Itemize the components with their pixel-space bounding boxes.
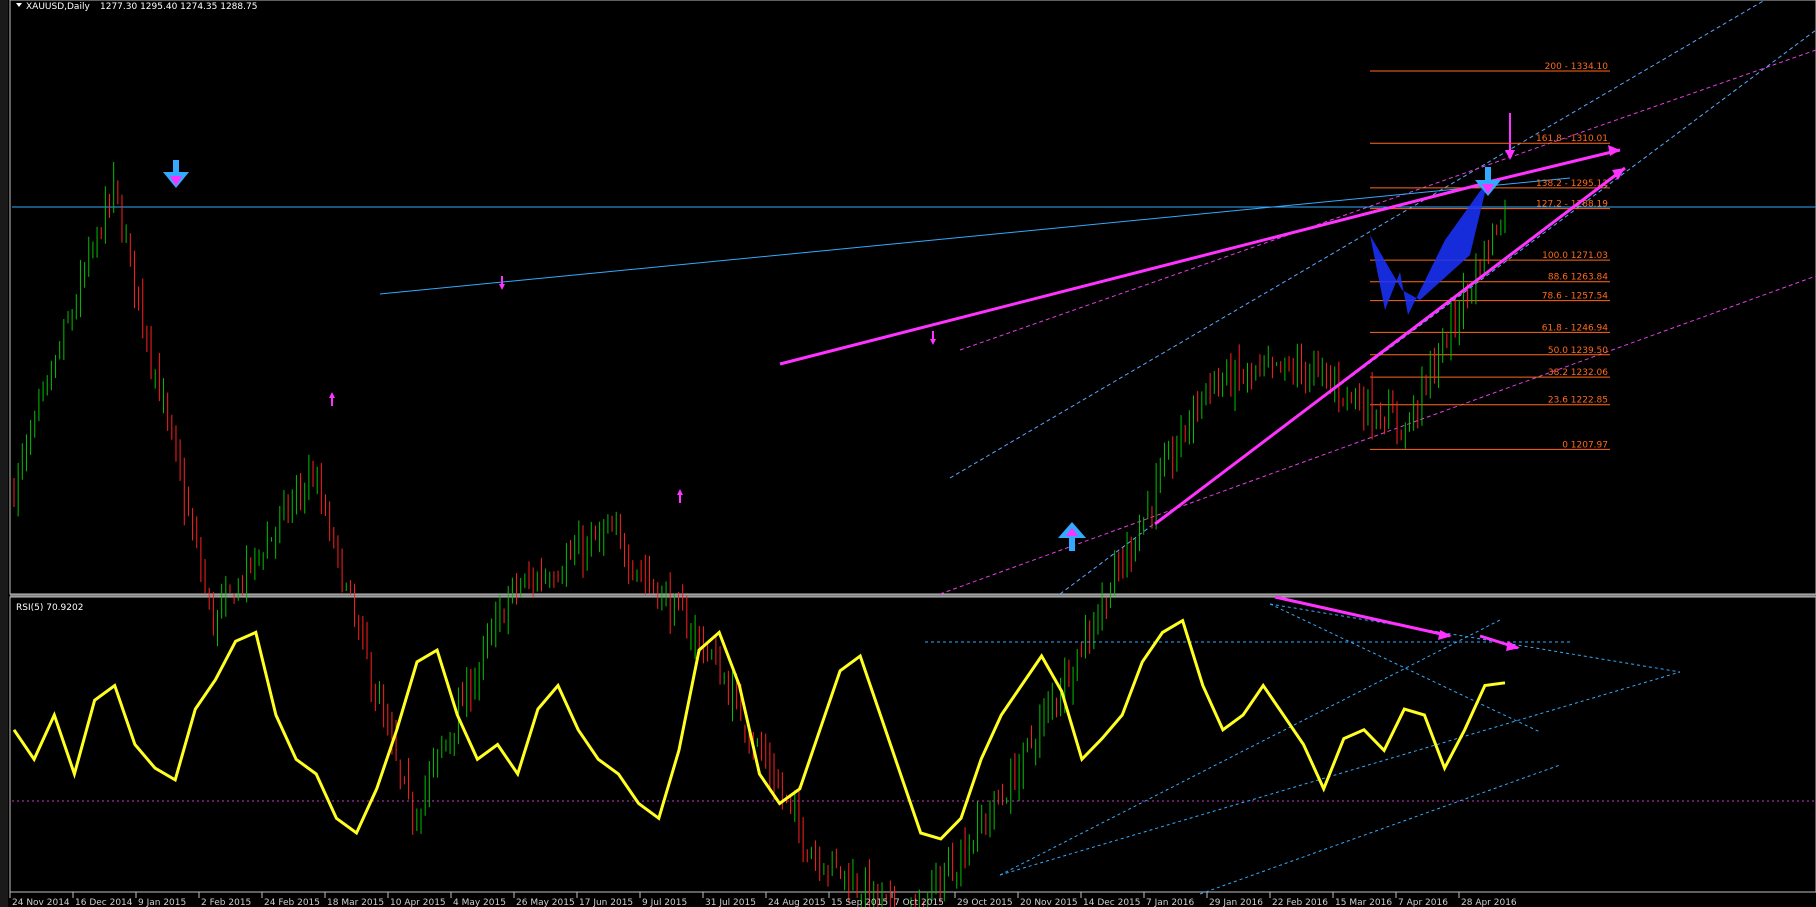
x-tick-label: 7 Apr 2016 — [1398, 898, 1448, 907]
rsi-panel[interactable] — [9, 596, 1816, 893]
x-tick-label: 18 Mar 2015 — [327, 898, 384, 907]
x-tick-label: 4 May 2015 — [453, 898, 506, 907]
fib-label: 61.8 - 1246.94 — [1542, 323, 1608, 333]
x-tick-label: 14 Dec 2015 — [1083, 898, 1141, 907]
x-tick-label: 9 Jul 2015 — [642, 898, 687, 907]
x-tick-label: 10 Apr 2015 — [390, 898, 446, 907]
left-border — [0, 0, 8, 907]
x-tick-label: 7 Oct 2015 — [894, 898, 944, 907]
fib-label: 50.0 1239.50 — [1548, 346, 1608, 356]
x-tick-label: 29 Jan 2016 — [1209, 898, 1263, 907]
x-tick-label: 16 Dec 2014 — [75, 898, 133, 907]
fib-label: 200 - 1334.10 — [1545, 62, 1609, 72]
ohlc-readout: 1277.30 1295.40 1274.35 1288.75 — [100, 2, 257, 12]
fib-label: 78.6 - 1257.54 — [1542, 292, 1608, 302]
chart-canvas[interactable]: XAUUSD,Daily 1277.30 1295.40 1274.35 128… — [0, 0, 1816, 907]
x-tick-label: 24 Aug 2015 — [768, 898, 826, 907]
x-tick-label: 24 Nov 2014 — [12, 898, 70, 907]
x-tick-label: 29 Oct 2015 — [957, 898, 1013, 907]
x-tick-label: 15 Mar 2016 — [1335, 898, 1392, 907]
fib-label: 38.2 1232.06 — [1548, 368, 1608, 378]
x-tick-label: 22 Feb 2016 — [1272, 898, 1328, 907]
symbol-label: XAUUSD,Daily — [26, 2, 90, 12]
x-tick-label: 31 Jul 2015 — [705, 898, 756, 907]
fib-label: 0 1207.97 — [1562, 440, 1608, 450]
x-tick-label: 2 Feb 2015 — [201, 898, 251, 907]
x-tick-label: 24 Feb 2015 — [264, 898, 320, 907]
x-tick-label: 9 Jan 2015 — [138, 898, 186, 907]
fib-label: 161.8 - 1310.01 — [1536, 134, 1608, 144]
fib-label: 100.0 1271.03 — [1542, 251, 1608, 261]
x-tick-label: 17 Jun 2015 — [579, 898, 633, 907]
x-tick-label: 28 Apr 2016 — [1461, 898, 1517, 907]
x-tick-label: 20 Nov 2015 — [1020, 898, 1078, 907]
x-axis: 24 Nov 2014 16 Dec 2014 9 Jan 2015 2 Feb 20… — [9, 892, 1517, 907]
fib-label: 23.6 1222.85 — [1548, 396, 1608, 406]
fib-label: 88.6 1263.84 — [1548, 273, 1608, 283]
x-tick-label: 7 Jan 2016 — [1146, 898, 1194, 907]
rsi-label: RSI(5) 70.9202 — [16, 603, 83, 613]
x-tick-label: 15 Sep 2015 — [831, 898, 888, 907]
x-tick-label: 26 May 2015 — [516, 898, 575, 907]
